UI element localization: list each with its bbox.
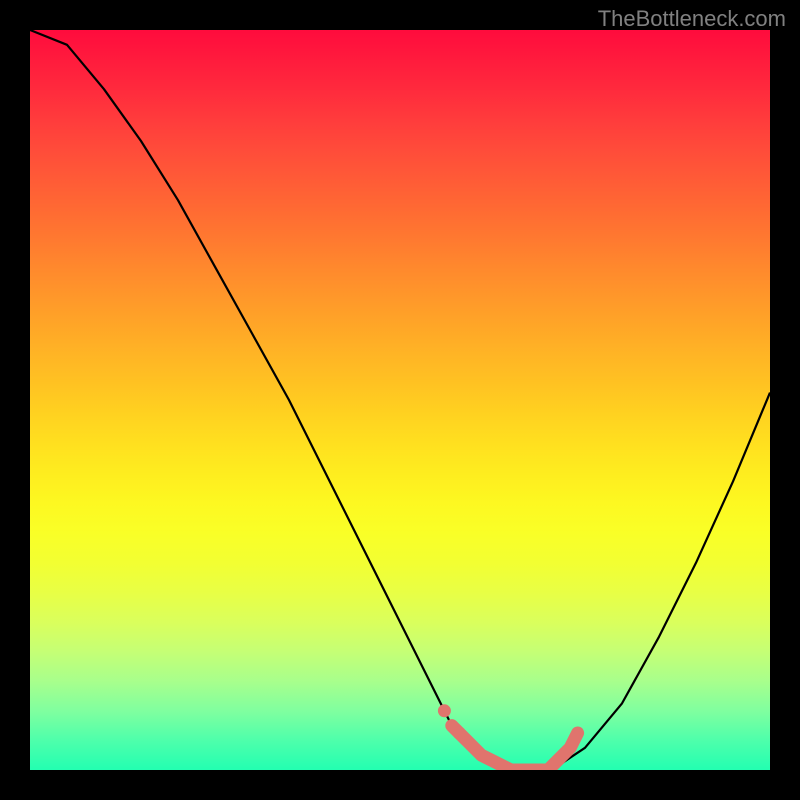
- chart-container: TheBottleneck.com: [0, 0, 800, 800]
- watermark-text: TheBottleneck.com: [598, 6, 786, 32]
- highlight-dot-0: [438, 704, 451, 717]
- series-bottleneck-curve: [30, 30, 770, 770]
- highlight-dot-1: [453, 727, 466, 740]
- series-highlight-segment: [452, 726, 578, 770]
- plot-area: [30, 30, 770, 770]
- curve-overlay: [30, 30, 770, 770]
